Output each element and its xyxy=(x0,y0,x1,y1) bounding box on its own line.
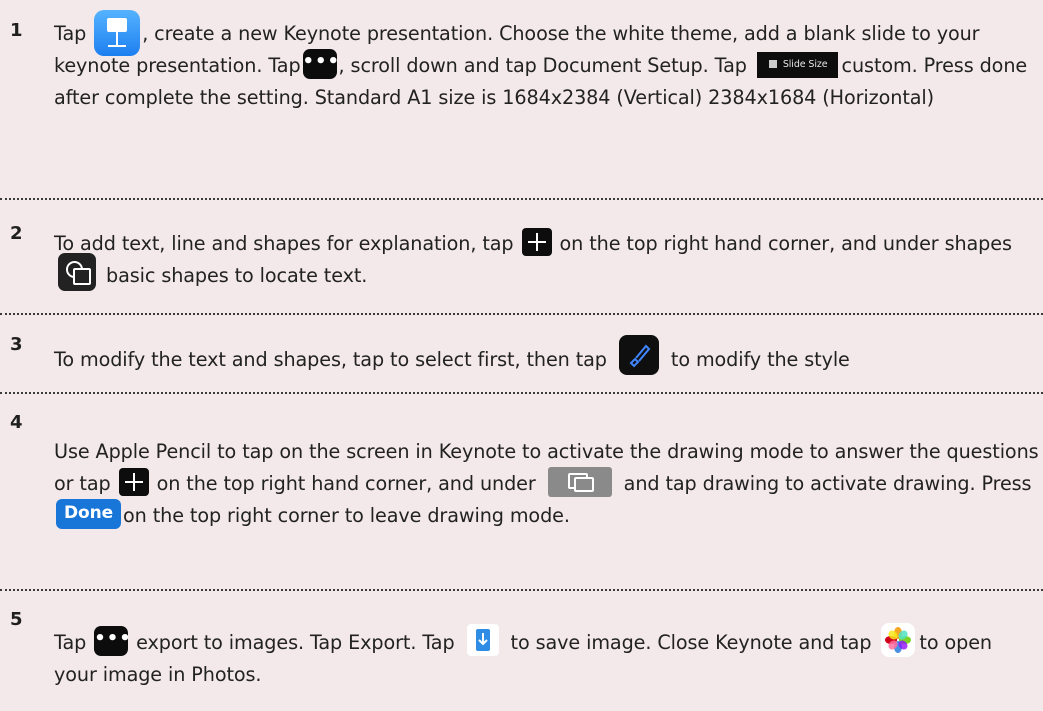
slide-size-label: Slide Size xyxy=(782,58,828,70)
step-text: Tap ••• export to images. Tap Export. Ta… xyxy=(54,622,1039,691)
step-number: 5 xyxy=(10,609,23,630)
plus-icon xyxy=(118,467,149,496)
separator xyxy=(0,313,1043,315)
paintbrush-icon xyxy=(618,334,659,375)
step-text: Tap , create a new Keynote presentation.… xyxy=(54,9,1039,114)
done-button-icon: Done xyxy=(56,498,122,529)
instruction-steps: 1 Tap , create a new Keynote presentatio… xyxy=(0,0,1043,711)
shapes-icon xyxy=(58,252,96,291)
media-icon xyxy=(547,466,612,497)
more-dots-icon: ••• xyxy=(94,625,131,656)
plus-icon xyxy=(521,227,552,256)
step-number: 4 xyxy=(10,412,23,433)
step-number: 3 xyxy=(10,334,23,355)
separator xyxy=(0,589,1043,591)
step-text: To modify the text and shapes, tap to se… xyxy=(54,334,1039,376)
step-number: 2 xyxy=(10,223,23,244)
step-number: 1 xyxy=(10,20,23,41)
separator xyxy=(0,198,1043,200)
keynote-app-icon xyxy=(94,9,141,56)
step-text: Use Apple Pencil to tap on the screen in… xyxy=(54,440,1039,529)
separator xyxy=(0,392,1043,394)
more-dots-icon: ••• xyxy=(302,48,339,79)
photos-app-icon xyxy=(881,622,916,657)
step-text: To add text, line and shapes for explana… xyxy=(54,227,1039,292)
download-icon xyxy=(466,623,499,656)
slide-size-icon: Slide Size xyxy=(756,51,838,78)
